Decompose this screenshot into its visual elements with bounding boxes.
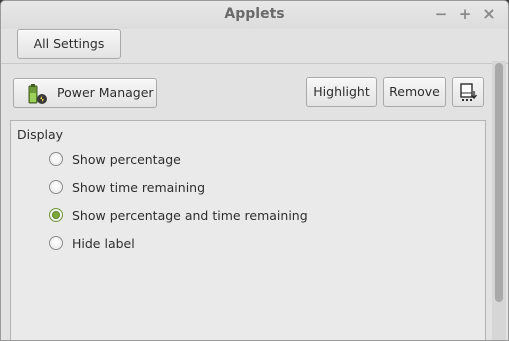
option-show-percentage-and-time[interactable]: Show percentage and time remaining <box>49 205 308 225</box>
export-button[interactable] <box>452 77 484 107</box>
all-settings-button[interactable]: All Settings <box>17 29 121 59</box>
option-label: Show time remaining <box>72 179 206 195</box>
toolbar-divider <box>1 63 508 64</box>
option-label: Show percentage <box>72 151 181 167</box>
applet-selector-button[interactable]: Power Manager <box>13 78 157 108</box>
radio-button[interactable] <box>49 236 63 250</box>
highlight-button[interactable]: Highlight <box>306 77 377 107</box>
remove-label: Remove <box>389 84 440 99</box>
radio-button[interactable] <box>49 152 63 166</box>
settings-panel: Display Show percentage Show time remain… <box>10 120 486 340</box>
scrollbar-thumb[interactable] <box>495 63 503 302</box>
display-section-label: Display <box>17 127 64 142</box>
option-hide-label[interactable]: Hide label <box>49 233 135 253</box>
close-icon[interactable]: × <box>480 5 498 23</box>
applet-name: Power Manager <box>57 85 154 100</box>
remove-button[interactable]: Remove <box>383 77 446 107</box>
highlight-label: Highlight <box>313 84 370 99</box>
radio-button-selected[interactable] <box>49 208 63 222</box>
vertical-scrollbar[interactable] <box>492 61 506 340</box>
option-label: Show percentage and time remaining <box>72 207 308 223</box>
radio-button[interactable] <box>49 180 63 194</box>
option-label: Hide label <box>72 235 135 251</box>
minimize-icon[interactable]: − <box>432 5 450 23</box>
all-settings-label: All Settings <box>33 36 105 51</box>
applets-window: Applets − + × All Settings Power Manager… <box>0 0 509 341</box>
option-show-percentage[interactable]: Show percentage <box>49 149 181 169</box>
option-show-time-remaining[interactable]: Show time remaining <box>49 177 205 197</box>
title-bar[interactable]: Applets − + × <box>1 1 508 29</box>
export-icon <box>459 82 479 102</box>
battery-icon <box>26 83 48 105</box>
maximize-icon[interactable]: + <box>456 5 474 23</box>
